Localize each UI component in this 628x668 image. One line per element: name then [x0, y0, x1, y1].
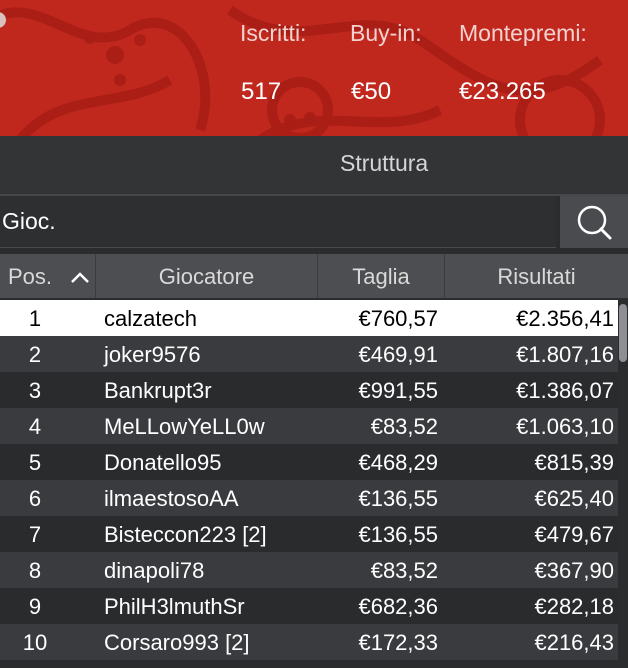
- cell-stake: €682,36: [358, 594, 438, 619]
- buyin-value: €50: [351, 78, 392, 105]
- column-header-stake[interactable]: Taglia: [318, 254, 445, 298]
- table-row[interactable]: 8 dinapoli78 €83,52 €367,90: [0, 552, 618, 588]
- cell-stake: €83,52: [370, 414, 438, 439]
- column-header-player[interactable]: Giocatore: [96, 254, 318, 298]
- cell-player: joker9576: [104, 342, 201, 367]
- entrants-value: 517: [241, 78, 282, 105]
- column-header-position[interactable]: Pos.: [0, 254, 96, 298]
- cell-result: €2.356,41: [516, 306, 614, 331]
- cell-result: €216,43: [534, 630, 614, 655]
- search-button[interactable]: [560, 196, 628, 248]
- cell-stake: €991,55: [358, 378, 438, 403]
- table-row[interactable]: 6 ilmaestosoAA €136,55 €625,40: [0, 480, 618, 516]
- table-row[interactable]: 3 Bankrupt3r €991,55 €1.386,07: [0, 372, 618, 408]
- prizepool-value: €23.265: [459, 78, 546, 105]
- tab-bar: Struttura: [0, 136, 628, 196]
- player-search-input[interactable]: [0, 196, 556, 248]
- cell-position: 9: [28, 594, 42, 619]
- buyin-label: Buy-in:: [350, 20, 422, 46]
- table-header: Pos. Giocatore Taglia Risultati: [0, 254, 628, 298]
- entrants-label: Iscritti:: [240, 20, 307, 46]
- player-search-row: [0, 196, 628, 252]
- cell-position: 1: [28, 306, 42, 331]
- cell-position: 6: [28, 486, 42, 511]
- cell-player: Donatello95: [104, 450, 222, 475]
- table-row[interactable]: 10 Corsaro993 [2] €172,33 €216,43: [0, 624, 618, 660]
- cell-player: dinapoli78: [104, 558, 205, 583]
- cell-stake: €469,91: [358, 342, 438, 367]
- cell-position: 3: [28, 378, 42, 403]
- cell-player: MeLLowYeLL0w: [104, 414, 265, 439]
- cell-player: calzatech: [104, 306, 197, 331]
- cell-player: Bankrupt3r: [104, 378, 212, 403]
- cell-result: €1.063,10: [516, 414, 614, 439]
- cell-player: Bisteccon223 [2]: [104, 522, 267, 547]
- cell-stake: €136,55: [358, 522, 438, 547]
- cell-position: 4: [28, 414, 42, 439]
- scrollbar-thumb[interactable]: [619, 304, 627, 362]
- cell-result: €367,90: [534, 558, 614, 583]
- cell-player: ilmaestosoAA: [104, 486, 239, 511]
- table-row[interactable]: 7 Bisteccon223 [2] €136,55 €479,67: [0, 516, 618, 552]
- cell-player: PhilH3lmuthSr: [104, 594, 245, 619]
- table-scrollbar[interactable]: [618, 300, 628, 668]
- cell-position: 8: [28, 558, 42, 583]
- search-icon: [577, 205, 612, 240]
- cell-result: €1.807,16: [516, 342, 614, 367]
- tournament-summary-banner: Iscritti: 517 Buy-in: €50 Montepremi: €2…: [0, 0, 628, 136]
- cell-position: 2: [28, 342, 42, 367]
- table-row[interactable]: 1 calzatech €760,57 €2.356,41: [0, 300, 618, 336]
- table-row[interactable]: 2 joker9576 €469,91 €1.807,16: [0, 336, 618, 372]
- cell-player: Corsaro993 [2]: [104, 630, 250, 655]
- cell-result: €1.386,07: [516, 378, 614, 403]
- cell-result: €479,67: [534, 522, 614, 547]
- cell-position: 10: [22, 630, 48, 655]
- cell-result: €282,18: [534, 594, 614, 619]
- results-table-body: 1 calzatech €760,57 €2.356,41 2 joker9576 €469…: [0, 300, 618, 660]
- column-header-label: Pos.: [8, 264, 53, 289]
- cell-result: €625,40: [534, 486, 614, 511]
- tab-structure[interactable]: Struttura: [340, 150, 428, 177]
- cell-result: €815,39: [534, 450, 614, 475]
- prizepool-label: Montepremi:: [459, 20, 587, 46]
- cell-stake: €83,52: [370, 558, 438, 583]
- column-header-results[interactable]: Risultati: [445, 254, 628, 298]
- cell-position: 7: [28, 522, 42, 547]
- table-row[interactable]: 9 PhilH3lmuthSr €682,36 €282,18: [0, 588, 618, 624]
- cell-stake: €136,55: [358, 486, 438, 511]
- cell-stake: €468,29: [358, 450, 438, 475]
- cell-stake: €172,33: [358, 630, 438, 655]
- table-row[interactable]: 5 Donatello95 €468,29 €815,39: [0, 444, 618, 480]
- chevron-up-icon: [71, 272, 89, 283]
- cell-stake: €760,57: [358, 306, 438, 331]
- table-row[interactable]: 4 MeLLowYeLL0w €83,52 €1.063,10: [0, 408, 618, 444]
- cell-position: 5: [28, 450, 42, 475]
